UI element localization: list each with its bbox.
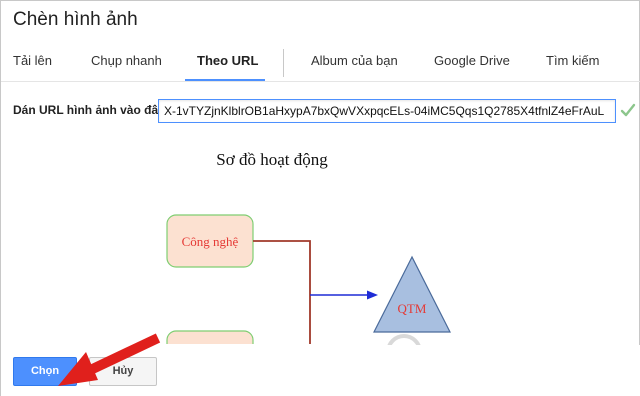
tab-bar: Tải lên Chụp nhanh Theo URL Album của bạ…: [1, 45, 640, 82]
tab-by-url[interactable]: Theo URL: [197, 53, 258, 68]
insert-image-dialog: Chèn hình ảnh Tải lên Chụp nhanh Theo UR…: [0, 0, 640, 396]
preview-diagram: Sơ đồ hoạt động Công nghệ QTM: [166, 150, 451, 344]
tab-separator: [283, 49, 284, 77]
box-second: [166, 330, 254, 344]
tab-upload[interactable]: Tải lên: [13, 53, 52, 68]
triangle-qtm-label: QTM: [398, 301, 427, 316]
dialog-title: Chèn hình ảnh: [13, 9, 138, 30]
dialog-footer: Chọn Hủy: [1, 345, 640, 396]
cancel-button[interactable]: Hủy: [89, 357, 157, 386]
connector-line: [253, 240, 311, 344]
select-button[interactable]: Chọn: [13, 357, 77, 386]
tab-snapshot[interactable]: Chụp nhanh: [91, 53, 162, 68]
url-field-label: Dán URL hình ảnh vào đây:: [13, 103, 169, 117]
triangle-qtm: [373, 255, 451, 333]
tab-your-albums[interactable]: Album của bạn: [311, 53, 398, 68]
diagram-heading: Sơ đồ hoạt động: [216, 150, 328, 169]
url-input[interactable]: [158, 99, 616, 123]
box-cong-nghe-label: Công nghệ: [182, 234, 239, 249]
checkmark-icon: [620, 103, 636, 117]
blue-arrow-head: [367, 290, 378, 300]
tab-google-drive[interactable]: Google Drive: [434, 53, 510, 68]
tab-search[interactable]: Tìm kiếm: [546, 53, 599, 68]
tabs-divider: [1, 81, 640, 82]
image-preview: Sơ đồ hoạt động Công nghệ QTM: [2, 131, 639, 344]
